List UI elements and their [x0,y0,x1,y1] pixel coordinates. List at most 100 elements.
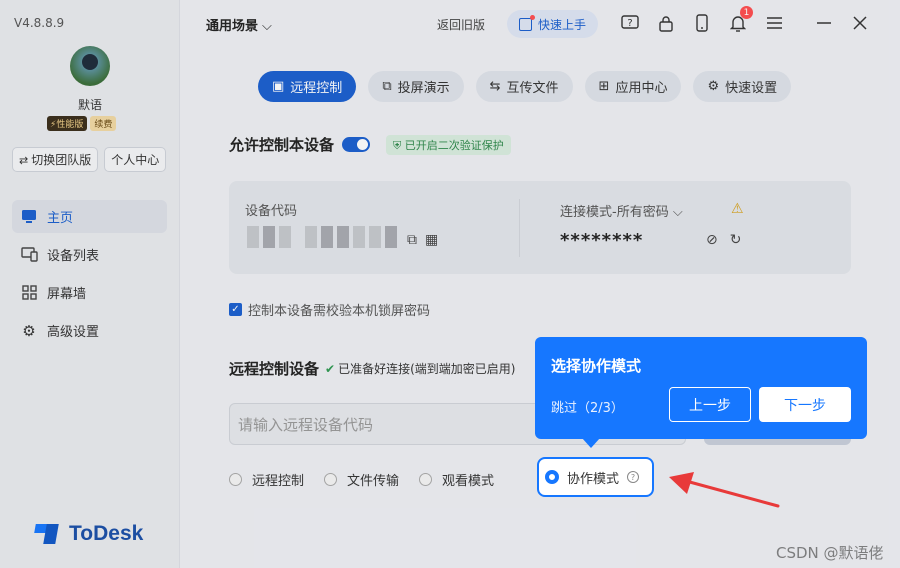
allow-control-row: 允许控制本设备 ⛨ 已开启二次验证保护 [229,134,511,155]
todesk-logo: ToDesk [35,522,143,546]
qr-code-icon[interactable]: ▦ [425,232,438,248]
monitor-icon [20,208,38,226]
verify-badge-label: 已开启二次验证保护 [404,138,504,152]
radio[interactable] [324,473,338,486]
tab-remote-control[interactable]: ▣ 远程控制 [258,71,357,102]
quick-start-label: 快速上手 [538,17,587,32]
avatar[interactable] [70,46,110,86]
device-code-value [247,226,397,248]
old-version-link[interactable]: 返回旧版 [437,16,485,33]
device-code-label: 设备代码 [245,204,298,219]
tab-label: 互传文件 [506,81,559,96]
sidebar-item-screenwall[interactable]: 屏幕墙 [12,276,167,309]
gear-icon: ⚙ [707,79,720,94]
tab-label: 应用中心 [615,81,668,96]
tab-label: 快速设置 [725,81,778,96]
chevron-down-icon: ⌵ [262,19,272,34]
remote-control-header: 远程控制设备 ✔ 已准备好连接(端到端加密已启用) [229,358,515,379]
sidebar-nav: 主页 设备列表 屏幕墙 ⚙ 高级设置 [12,200,167,352]
chevron-down-icon: ⌵ [672,205,683,220]
swap-icon: ⇄ [19,154,29,167]
temporary-password: ******** [560,230,644,251]
guide-title: 选择协作模式 [551,357,642,375]
tab-quick-settings[interactable]: ⚙ 快速设置 [693,71,792,102]
sidebar-item-label: 高级设置 [47,325,100,340]
ready-text-label: 已准备好连接(端到端加密已启用) [338,362,516,376]
guide-next-button[interactable]: 下一步 [759,387,851,422]
warning-icon[interactable]: ⚠ [731,201,744,217]
close-icon[interactable] [849,12,871,34]
help-icon[interactable]: ? [619,12,641,34]
notification-count: 1 [740,6,753,19]
guide-prev-button[interactable]: 上一步 [669,387,751,422]
sidebar: V4.8.8.9 默语 ⚡性能版 续费 ⇄ 切换团队版 个人中心 主页 设备列表 … [0,0,180,568]
app-version: V4.8.8.9 [14,16,65,30]
eye-off-icon[interactable]: ⊘ [706,232,718,248]
tab-label: 远程控制 [290,81,343,96]
bell-icon[interactable]: 1 [727,6,753,34]
remote-control-title: 远程控制设备 [229,360,320,378]
guide-skip-link[interactable]: 跳过（2/3） [551,397,624,416]
phone-icon[interactable] [691,12,713,34]
shield-check-icon: ✔ [325,361,336,376]
monitor-icon: ▣ [272,79,285,94]
lock-screen-check[interactable]: ✓ 控制本设备需校验本机锁屏密码 [229,300,430,319]
switch-team-button[interactable]: ⇄ 切换团队版 [12,147,99,172]
quick-start-button[interactable]: 快速上手 [507,10,599,38]
personal-center-button[interactable]: 个人中心 [104,147,167,172]
allow-control-toggle[interactable] [342,137,371,152]
tab-screen-cast[interactable]: ⧉ 投屏演示 [368,71,464,102]
allow-control-title: 允许控制本设备 [229,136,335,154]
grid-icon [20,284,38,302]
gear-icon: ⚙ [22,321,36,340]
cast-icon: ⧉ [382,79,392,94]
user-badges: ⚡性能版 续费 [47,116,117,131]
sidebar-item-label: 屏幕墙 [47,287,87,302]
verify-status-badge: ⛨ 已开启二次验证保护 [386,134,511,155]
top-bar: 通用场景 ⌵ 返回旧版 快速上手 ? 1 [181,0,900,48]
tab-file-transfer[interactable]: ⇆ 互传文件 [475,71,573,102]
device-info-card: 设备代码 ⧉ ▦ 连接模式-所有密码 ⌵ ⚠ ******** ⊘ ↻ [229,181,851,274]
mode-label: 观看模式 [442,474,495,489]
devices-icon [20,246,38,264]
connection-ready-status: ✔ 已准备好连接(端到端加密已启用) [325,360,515,377]
pro-badge: ⚡性能版 [47,116,88,131]
mode-label: 远程控制 [252,474,305,489]
refresh-icon[interactable]: ↻ [730,232,742,248]
lock-icon[interactable] [655,12,677,34]
question-icon[interactable]: ? [627,471,640,483]
sidebar-item-advanced-settings[interactable]: ⚙ 高级设置 [12,314,167,347]
minimize-icon[interactable] [813,12,835,34]
sidebar-item-devices[interactable]: 设备列表 [12,238,167,271]
renew-badge[interactable]: 续费 [90,116,117,131]
menu-icon[interactable] [763,12,785,34]
onboarding-guide-popup: 选择协作模式 跳过（2/3） 上一步 下一步 [535,337,867,448]
tab-app-center[interactable]: ⊞ 应用中心 [584,71,682,102]
svg-text:?: ? [627,18,632,29]
mode-watch[interactable]: 观看模式 [419,470,494,489]
mode-remote-control[interactable]: 远程控制 [229,470,304,489]
mode-label: 文件传输 [347,474,400,489]
scene-dropdown[interactable]: 通用场景 ⌵ [206,15,272,34]
connection-mode-dropdown[interactable]: 连接模式-所有密码 ⌵ [560,201,683,220]
lock-check-label: 控制本设备需校验本机锁屏密码 [248,304,431,319]
copy-icon[interactable]: ⧉ [407,232,417,248]
apps-icon: ⊞ [598,79,610,94]
tab-label: 投屏演示 [397,81,450,96]
checkbox-checked[interactable]: ✓ [229,303,242,316]
brand-name: ToDesk [69,522,144,545]
scene-label: 通用场景 [206,19,259,34]
username: 默语 [77,98,102,112]
mode-file-transfer[interactable]: 文件传输 [324,470,399,489]
sidebar-item-label: 设备列表 [47,249,100,264]
sidebar-item-home[interactable]: 主页 [12,200,167,233]
radio[interactable] [419,473,433,486]
main-tabs: ▣ 远程控制 ⧉ 投屏演示 ⇆ 互传文件 ⊞ 应用中心 ⚙ 快速设置 [258,71,792,102]
radio-selected[interactable] [545,470,559,484]
pro-badge-label: 性能版 [56,120,84,130]
radio[interactable] [229,473,242,486]
book-icon [519,14,535,31]
mode-collaboration[interactable]: 协作模式 ? [537,457,654,497]
mode-label: 协作模式 [567,471,620,487]
mode-options: 远程控制 文件传输 观看模式 [229,470,514,489]
